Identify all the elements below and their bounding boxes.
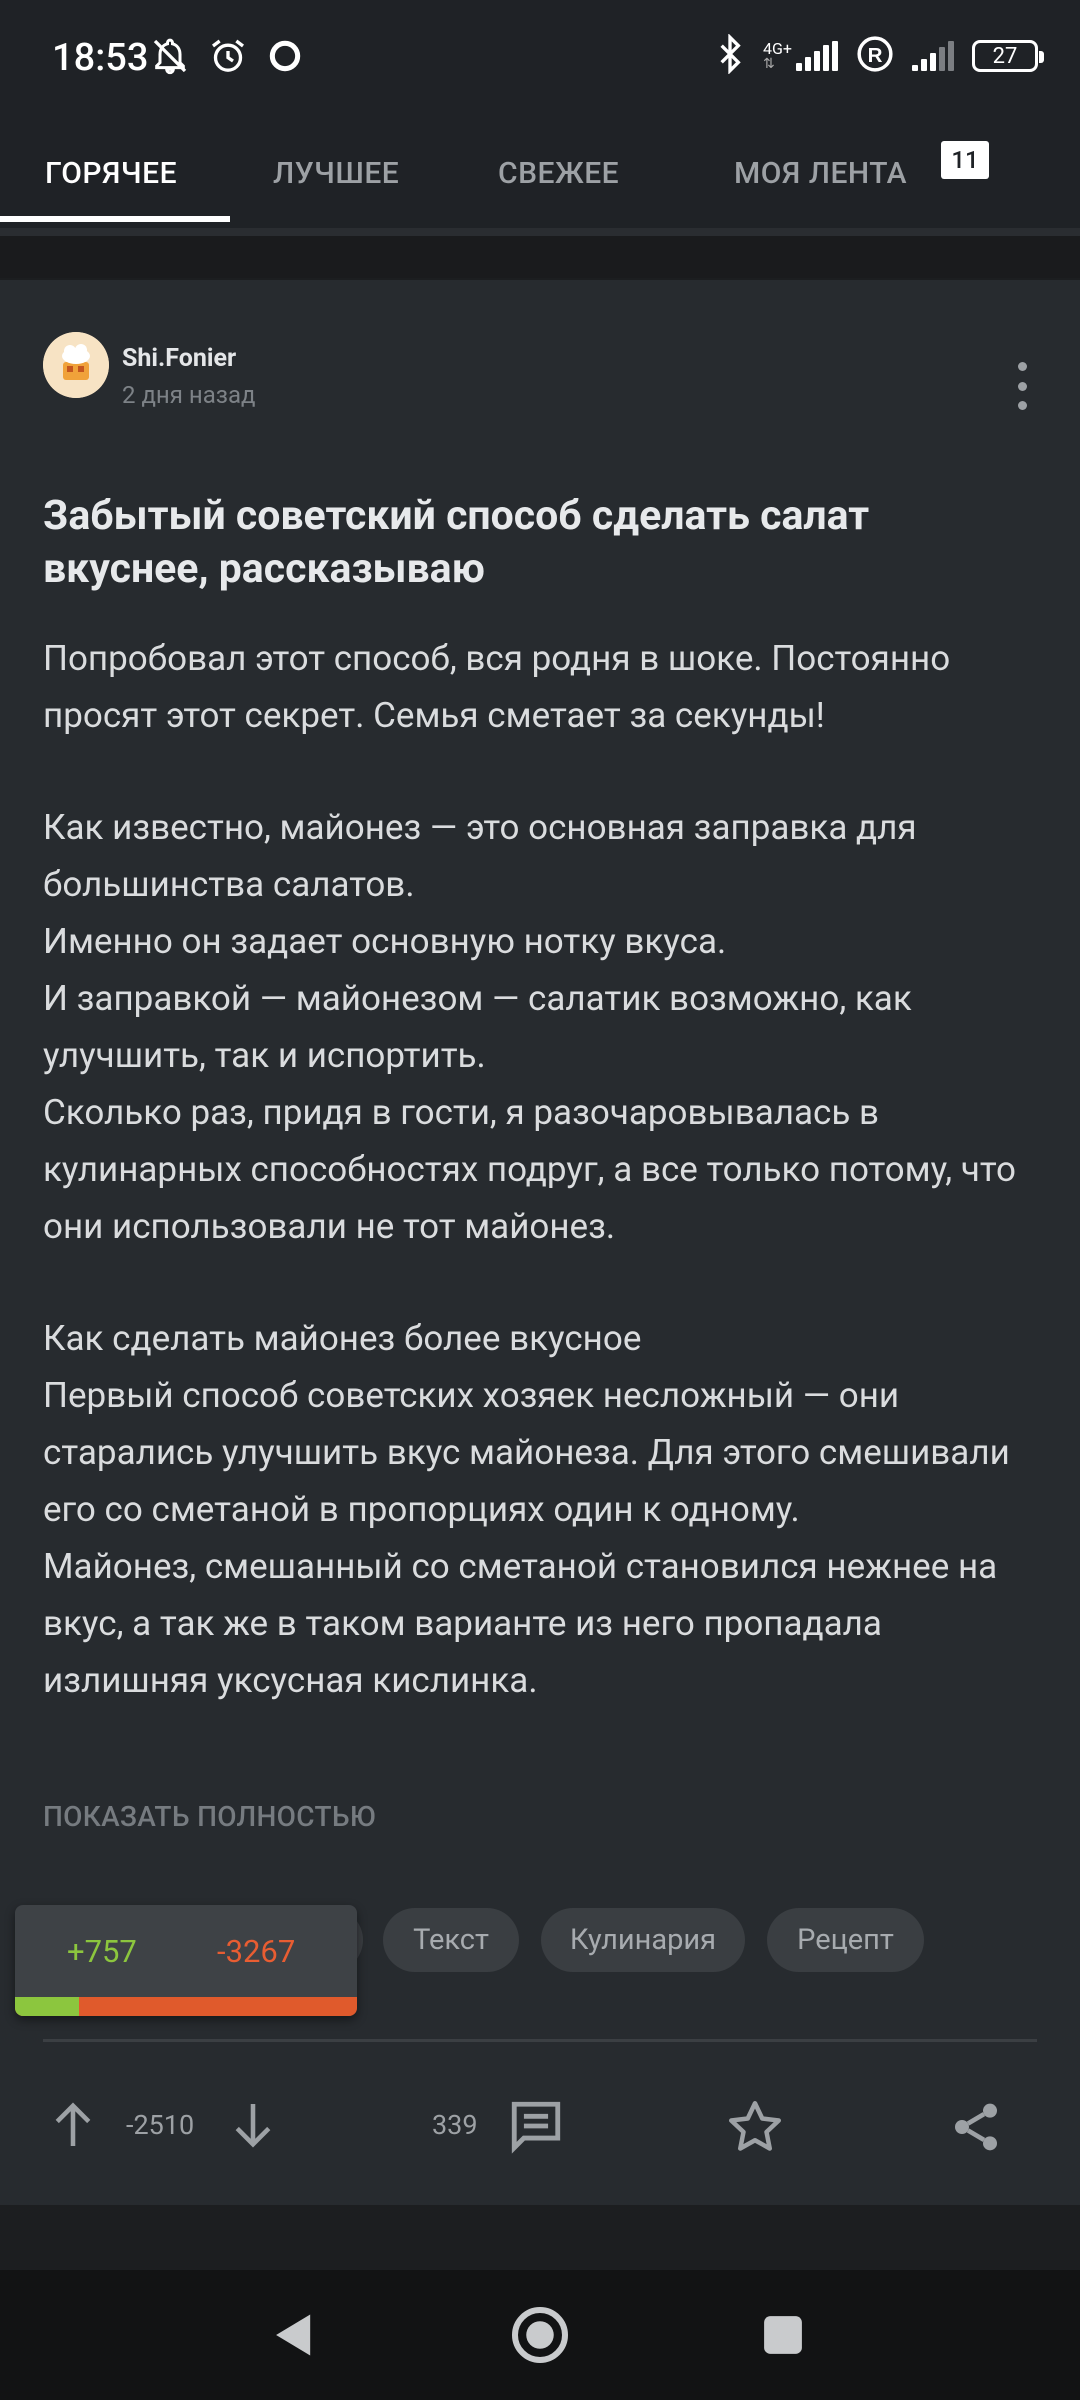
feed-tabs: ГОРЯЧЕЕ ЛУЧШЕЕ СВЕЖЕЕ МОЯ ЛЕНТА [0,120,1080,228]
author-avatar[interactable] [43,332,109,398]
active-tab-indicator [0,216,230,222]
post-time: 2 дня назад [122,381,256,409]
tag-recipe[interactable]: Рецепт [767,1908,924,1972]
tag-text[interactable]: Текст [383,1908,519,1972]
post-paragraph: Как известно, майонез — это основная зап… [43,807,917,905]
downvote-icon[interactable] [228,2100,278,2150]
feed-gap [0,2205,1080,2270]
back-icon[interactable] [262,2270,322,2400]
system-nav-bar [0,2270,1080,2400]
registered-icon: R [856,35,894,77]
my-feed-badge: 11 [941,141,989,179]
signal-icon [796,41,838,71]
feed-divider [0,228,1080,278]
share-icon[interactable] [945,2096,1007,2158]
network-type: 4G+ [763,39,792,58]
tab-my-feed[interactable]: МОЯ ЛЕНТА [734,144,907,204]
alarm-icon [208,36,248,80]
bluetooth-icon [715,33,745,78]
battery-icon: 27 [972,40,1044,72]
tab-fresh[interactable]: СВЕЖЕЕ [498,144,619,204]
post-actions: -2510 339 [0,2080,1080,2170]
comments-count: 339 [432,2109,478,2141]
card-separator [43,2039,1037,2042]
home-icon[interactable] [505,2270,575,2400]
rating-value: -2510 [126,2109,195,2141]
more-options-icon[interactable] [1010,362,1034,410]
post-body: Попробовал этот способ, вся родня в шоке… [43,630,1043,1709]
comments-icon[interactable] [506,2096,566,2156]
post-paragraph: Первый способ советских хозяек несложный… [43,1375,1010,1530]
rating-popup: +757 -3267 [15,1905,357,2016]
upvotes-count: +757 [67,1933,137,1970]
rating-ratio-bar [15,1997,357,2016]
post-paragraph: Майонез, смешанный со сметаной становилс… [43,1546,998,1701]
circle-icon [266,37,304,79]
downvotes-count: -3267 [217,1933,296,1970]
status-time: 18:53 [52,36,149,80]
author-name[interactable]: Shi.Fonier [122,344,236,373]
post-paragraph: Сколько раз, придя в гости, я разочаровы… [43,1092,1016,1247]
favorite-star-icon[interactable] [724,2096,786,2158]
post-paragraph: Именно он задает основную нотку вкуса. [43,921,727,962]
tab-best[interactable]: ЛУЧШЕЕ [273,144,399,204]
notifications-off-icon [150,36,190,80]
post-title[interactable]: Забытый советский способ сделать салат в… [43,490,1033,596]
tag-cooking[interactable]: Кулинария [541,1908,745,1972]
status-bar: 18:53 4G+ ⇅ R 27 [0,0,1080,120]
wifi-signal-icon [912,41,954,71]
svg-text:R: R [868,44,883,67]
recents-icon[interactable] [758,2270,808,2400]
tab-hot[interactable]: ГОРЯЧЕЕ [45,144,177,204]
show-full-button[interactable]: ПОКАЗАТЬ ПОЛНОСТЬЮ [43,1800,376,1833]
upvote-icon[interactable] [48,2100,98,2150]
post-paragraph: Попробовал этот способ, вся родня в шоке… [43,638,951,736]
post-paragraph: И заправкой — майонезом — салатик возмож… [43,978,912,1076]
rating-ratio-fill [15,1997,80,2016]
post-paragraph: Как сделать майонез более вкусное [43,1318,642,1359]
